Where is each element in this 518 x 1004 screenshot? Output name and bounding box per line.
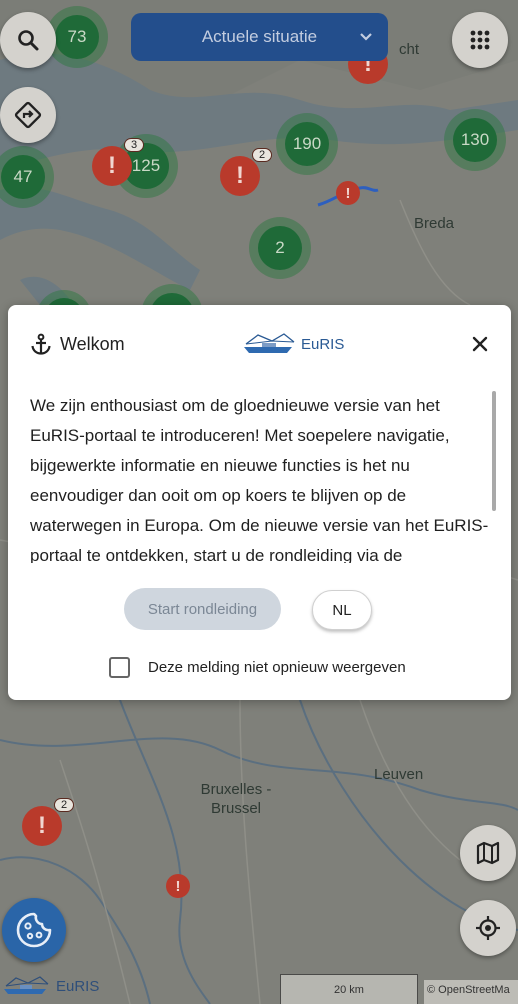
place-label-breda: Breda: [414, 215, 455, 232]
welcome-dialog: Welkom EuRIS We zijn enthousiast om de g…: [8, 305, 511, 700]
place-label-leuven: Leuven: [374, 766, 424, 783]
map-scale-bar: 20 km: [280, 974, 418, 1004]
map-layers-button[interactable]: [460, 825, 516, 881]
anchor-icon: [31, 333, 51, 355]
alert-marker[interactable]: !: [166, 874, 190, 898]
alert-marker[interactable]: !: [336, 181, 360, 205]
alert-count-badge: 2: [252, 148, 272, 162]
cookie-icon: [16, 912, 52, 948]
language-button[interactable]: NL: [312, 590, 372, 630]
dont-show-again-option[interactable]: Deze melding niet opnieuw weergeven: [109, 657, 406, 678]
place-label-brussels-fr: Bruxelles -: [200, 781, 272, 798]
euris-logo: EuRIS: [242, 331, 344, 357]
welcome-message: We zijn enthousiast om de gloednieuwe ve…: [30, 396, 489, 563]
euris-footer-logo-text: EuRIS: [56, 977, 100, 995]
chevron-down-icon: [360, 33, 372, 41]
place-label-brussels: Bruxelles - Brussel: [186, 780, 286, 818]
alert-count-badge: 2: [54, 798, 74, 812]
dont-show-again-checkbox[interactable]: [109, 657, 130, 678]
route-icon: [14, 101, 42, 129]
euris-logo-text: EuRIS: [301, 335, 345, 353]
cluster-marker[interactable]: 130: [444, 109, 506, 171]
cookie-settings-button[interactable]: [2, 898, 66, 962]
route-button[interactable]: [0, 87, 56, 143]
alert-marker[interactable]: ! 3: [92, 138, 144, 186]
cluster-marker[interactable]: 2: [249, 217, 311, 279]
welcome-title: Welkom: [30, 333, 125, 355]
start-tour-button[interactable]: Start rondleiding: [124, 588, 281, 630]
locate-button[interactable]: [460, 900, 516, 956]
apps-menu-button[interactable]: [452, 12, 508, 68]
alert-count-badge: 3: [124, 138, 144, 152]
alert-marker[interactable]: ! 2: [22, 798, 74, 846]
map-icon: [476, 841, 500, 865]
scrollbar-thumb[interactable]: [492, 391, 496, 511]
alert-marker[interactable]: ! 2: [220, 148, 272, 196]
welcome-title-text: Welkom: [60, 333, 125, 354]
place-label-utrecht: cht: [399, 41, 420, 58]
dont-show-again-label: Deze melding niet opnieuw weergeven: [148, 659, 406, 676]
place-label-brussels-nl: Brussel: [210, 800, 262, 817]
locate-icon: [476, 916, 500, 940]
situation-select[interactable]: Actuele situatie: [131, 13, 388, 61]
situation-select-label: Actuele situatie: [201, 27, 318, 46]
search-icon: [18, 30, 39, 51]
euris-logo-icon: [4, 976, 49, 994]
grid-icon: [470, 30, 490, 50]
close-icon[interactable]: [469, 333, 491, 355]
search-button[interactable]: [0, 12, 56, 68]
welcome-dialog-header: Welkom EuRIS: [8, 305, 511, 385]
euris-footer-logo: EuRIS: [2, 974, 99, 998]
map-attribution[interactable]: © OpenStreetMa: [424, 980, 518, 1004]
welcome-message-scrollbar[interactable]: [492, 391, 496, 561]
cluster-marker[interactable]: 190: [276, 113, 338, 175]
euris-logo-icon: [244, 333, 295, 353]
